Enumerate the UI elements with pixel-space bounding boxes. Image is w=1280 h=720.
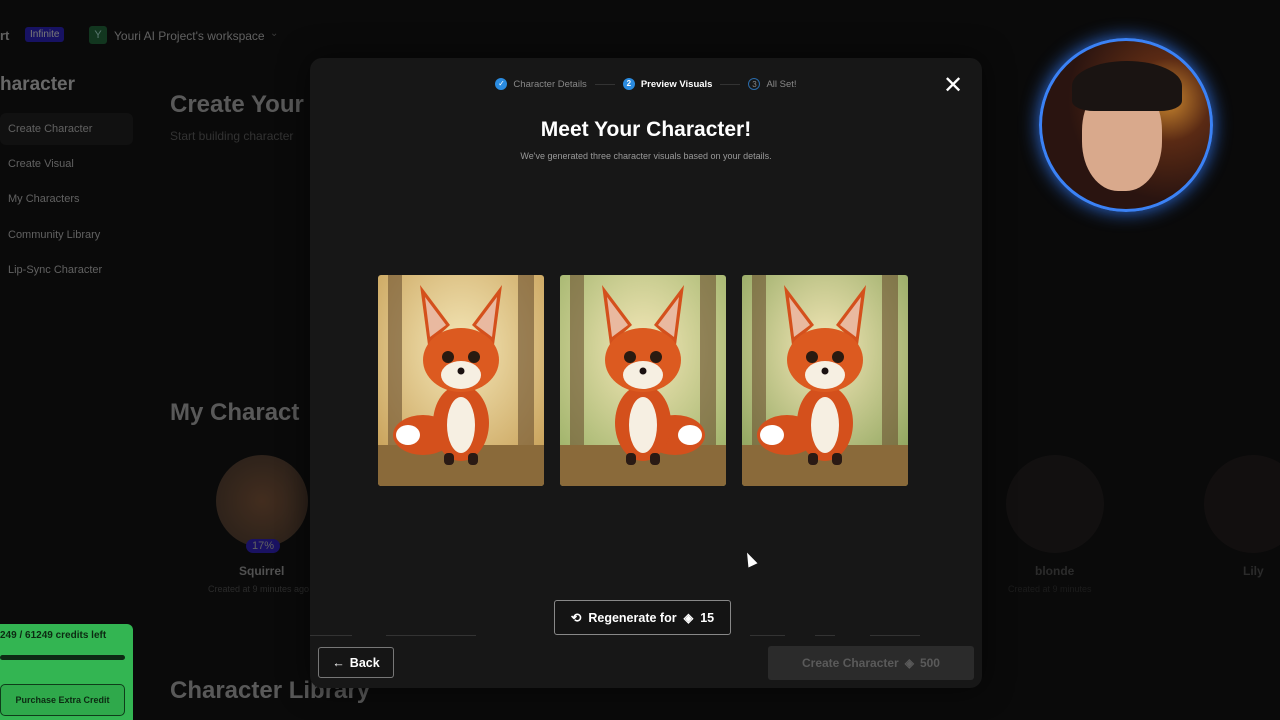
fox-illustration — [378, 275, 544, 486]
sidebar-title: haracter — [0, 74, 75, 95]
character-name: blonde — [1035, 564, 1075, 578]
sidebar-item-create-character[interactable]: Create Character — [0, 113, 133, 145]
check-icon: ✓ — [495, 78, 508, 90]
credits-panel: 249 / 61249 credits left Purchase Extra … — [0, 624, 133, 720]
character-created: Created at 9 minutes ago — [208, 584, 310, 594]
fox-illustration — [560, 275, 726, 486]
workspace-switcher[interactable]: Youri AI Project's workspace — [114, 29, 265, 43]
divider — [386, 635, 476, 636]
step-label: All Set! — [766, 78, 797, 90]
close-icon[interactable]: ✕ — [942, 74, 964, 98]
character-visual-1[interactable] — [378, 275, 544, 486]
credits-bar — [0, 655, 125, 660]
regenerate-cost: 15 — [700, 610, 715, 625]
webcam-overlay — [1039, 38, 1213, 212]
my-characters-heading: My Charact — [170, 399, 300, 426]
credit-icon: ◈ — [904, 656, 914, 670]
fox-illustration — [742, 275, 908, 486]
sidebar-item-create-visual[interactable]: Create Visual — [0, 148, 133, 180]
modal-title: Meet Your Character! — [540, 118, 752, 141]
sidebar-item-lip-sync[interactable]: Lip-Sync Character — [0, 254, 133, 286]
step-divider — [720, 83, 741, 85]
progress-badge: 17% — [246, 539, 281, 553]
divider — [750, 635, 785, 636]
divider — [310, 635, 352, 636]
character-name: Squirrel — [239, 564, 285, 578]
sidebar-item-community-library[interactable]: Community Library — [0, 219, 133, 251]
stepper: ✓ Character Details 2 Preview Visuals 3 All… — [310, 78, 982, 90]
step-number: 2 — [622, 78, 635, 90]
step-label: Preview Visuals — [640, 78, 713, 90]
back-label: Back — [349, 655, 380, 670]
purchase-credit-button[interactable]: Purchase Extra Credit — [0, 684, 125, 716]
step-preview-visuals: 2 Preview Visuals — [622, 78, 713, 90]
create-character-button[interactable]: Create Character ◈ 500 — [768, 646, 974, 680]
create-subheading: Start building character — [170, 129, 294, 143]
divider — [815, 635, 835, 636]
workspace-avatar: Y — [89, 26, 107, 44]
step-number: 3 — [748, 78, 761, 90]
create-label: Create Character — [802, 656, 899, 670]
step-label: Character Details — [513, 78, 587, 90]
brand-name: rt — [0, 28, 10, 43]
chevron-down-icon[interactable]: ⌄ — [270, 28, 278, 39]
character-name: Lily — [1243, 564, 1264, 578]
refresh-icon: ⟲ — [570, 611, 582, 625]
regenerate-label: Regenerate for — [588, 610, 677, 625]
modal-subtitle: We've generated three character visuals … — [520, 151, 772, 161]
divider — [870, 635, 920, 636]
step-character-details: ✓ Character Details — [495, 78, 587, 90]
character-preview-modal: ✓ Character Details 2 Preview Visuals 3 All… — [310, 58, 982, 688]
character-avatar-squirrel[interactable] — [216, 455, 308, 547]
create-cost: 500 — [919, 656, 940, 670]
regenerate-button[interactable]: ⟲ Regenerate for ◈ 15 — [554, 600, 731, 635]
character-created: Created at 9 minutes — [1008, 584, 1092, 594]
character-visual-2[interactable] — [560, 275, 726, 486]
sidebar-item-my-characters[interactable]: My Characters — [0, 183, 133, 215]
character-avatar-lily[interactable] — [1204, 455, 1280, 553]
create-heading: Create Your — [170, 91, 304, 118]
arrow-left-icon: ← — [332, 655, 345, 670]
character-avatar-blonde[interactable] — [1006, 455, 1104, 553]
step-all-set: 3 All Set! — [748, 78, 797, 90]
presenter-hair — [1072, 61, 1182, 111]
credit-icon: ◈ — [683, 611, 694, 625]
credits-left: 249 / 61249 credits left — [0, 630, 107, 641]
plan-badge: Infinite — [25, 27, 65, 42]
character-visual-3[interactable] — [742, 275, 908, 486]
back-button[interactable]: ← Back — [318, 647, 394, 678]
step-divider — [594, 83, 615, 85]
